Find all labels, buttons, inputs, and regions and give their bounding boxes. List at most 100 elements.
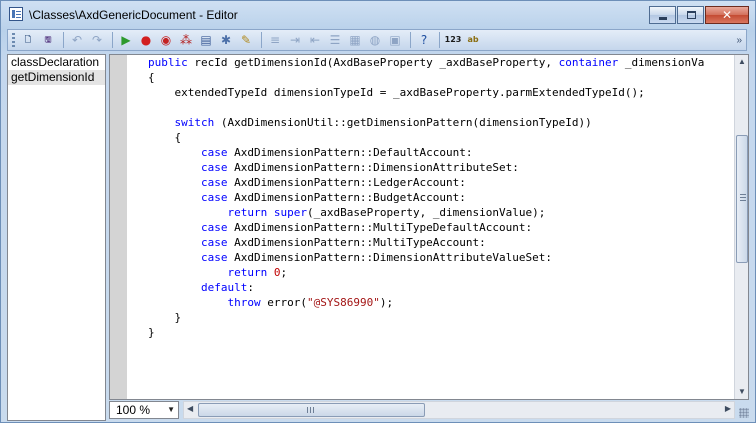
spell-check-button[interactable]: ab xyxy=(464,31,482,49)
code-text: { xyxy=(148,131,182,144)
code-keyword: return xyxy=(227,206,268,219)
code-line[interactable]: case AxdDimensionPattern::DimensionAttri… xyxy=(148,250,736,265)
code-line[interactable]: return 0; xyxy=(148,265,736,280)
enable-breakpoint-icon: ◉ xyxy=(160,33,172,47)
label-editor-button[interactable]: 123 xyxy=(444,31,462,49)
code-line[interactable]: throw error("@SYS86990"); xyxy=(148,295,736,310)
spell-check-icon: ab xyxy=(467,35,479,44)
code-line[interactable]: extendedTypeId dimensionTypeId = _axdBas… xyxy=(148,85,736,100)
indent-icon: ⇥ xyxy=(289,33,301,47)
code-line[interactable]: { xyxy=(148,70,736,85)
code-line[interactable]: } xyxy=(148,310,736,325)
code-text: AxdDimensionPattern::BudgetAccount: xyxy=(227,191,466,204)
code-editor[interactable]: public recId getDimensionId(AxdBasePrope… xyxy=(109,54,749,400)
run-button[interactable]: ▶ xyxy=(117,31,135,49)
code-line[interactable]: case AxdDimensionPattern::DimensionAttri… xyxy=(148,160,736,175)
undo-button[interactable]: ↶ xyxy=(68,31,86,49)
properties-icon: ▣ xyxy=(389,33,401,47)
zoom-select[interactable]: 100 % ▼ xyxy=(109,401,179,419)
editor-gutter[interactable] xyxy=(110,55,127,399)
horizontal-scrollbar[interactable]: ◀ ▶ xyxy=(183,401,735,419)
scroll-right-icon[interactable]: ▶ xyxy=(725,404,731,413)
code-keyword: case xyxy=(200,251,228,264)
list-tables-button[interactable]: ▦ xyxy=(346,31,364,49)
indent-button[interactable]: ⇥ xyxy=(286,31,304,49)
code-text: { xyxy=(148,71,155,84)
outdent-button[interactable]: ⇤ xyxy=(306,31,324,49)
save-icon: 🖫 xyxy=(44,35,52,44)
save-button[interactable]: 🖫 xyxy=(39,31,57,49)
code-text: AxdDimensionPattern::DimensionAttributeS… xyxy=(227,161,519,174)
vertical-scroll-thumb[interactable] xyxy=(736,134,748,263)
method-item[interactable]: classDeclaration xyxy=(8,55,105,70)
code-text: AxdDimensionPattern::DimensionAttributeV… xyxy=(227,251,552,264)
code-line[interactable]: default: xyxy=(148,280,736,295)
code-line[interactable] xyxy=(148,100,736,115)
toolbar-separator xyxy=(261,32,262,48)
code-line[interactable]: case AxdDimensionPattern::MultiTypeAccou… xyxy=(148,235,736,250)
vertical-scrollbar[interactable]: ▲ ▼ xyxy=(734,55,748,399)
toolbar-separator xyxy=(63,32,64,48)
web-button[interactable]: ◍ xyxy=(366,31,384,49)
new-document-icon: 🗋 xyxy=(24,35,32,44)
breakpoints-list-button[interactable]: ⁂ xyxy=(177,31,195,49)
code-text: _dimensionVa xyxy=(618,56,705,69)
maximize-icon xyxy=(687,11,696,19)
code-line[interactable]: case AxdDimensionPattern::LedgerAccount: xyxy=(148,175,736,190)
code-keyword: return xyxy=(227,266,268,279)
window-title: \Classes\AxdGenericDocument - Editor xyxy=(29,8,238,22)
resize-grip-icon[interactable] xyxy=(739,408,749,418)
list-tables-icon: ▦ xyxy=(349,33,361,47)
dropdown-arrow-icon[interactable]: ▼ xyxy=(167,402,175,418)
code-keyword: case xyxy=(200,221,228,234)
code-keyword: public xyxy=(148,56,195,69)
minimize-button[interactable] xyxy=(649,6,676,24)
code-area[interactable]: public recId getDimensionId(AxdBasePrope… xyxy=(148,55,736,399)
maximize-button[interactable] xyxy=(677,6,704,24)
method-item[interactable]: getDimensionId xyxy=(8,70,105,85)
enable-breakpoint-button[interactable]: ◉ xyxy=(157,31,175,49)
code-line[interactable]: case AxdDimensionPattern::DefaultAccount… xyxy=(148,145,736,160)
lookup-button[interactable]: ✱ xyxy=(217,31,235,49)
thumb-grip-icon xyxy=(740,193,746,201)
list-members-icon: ☰ xyxy=(329,33,341,47)
code-line[interactable]: case AxdDimensionPattern::BudgetAccount: xyxy=(148,190,736,205)
code-text: : xyxy=(247,281,254,294)
code-text: } xyxy=(148,326,155,339)
code-text: AxdDimensionPattern::DefaultAccount: xyxy=(227,146,473,159)
method-list: classDeclaration getDimensionId xyxy=(7,54,106,421)
help-button[interactable]: ? xyxy=(415,31,433,49)
toolbar-grip-icon[interactable] xyxy=(12,33,15,47)
insert-line-button[interactable]: ≡ xyxy=(266,31,284,49)
code-keyword: throw xyxy=(227,296,261,309)
close-button[interactable]: ✕ xyxy=(705,6,749,24)
toolbar-overflow-icon[interactable]: » xyxy=(736,35,742,46)
code-line[interactable]: switch (AxdDimensionUtil::getDimensionPa… xyxy=(148,115,736,130)
redo-button[interactable]: ↷ xyxy=(88,31,106,49)
list-members-button[interactable]: ☰ xyxy=(326,31,344,49)
scroll-left-icon[interactable]: ◀ xyxy=(187,404,193,413)
web-icon: ◍ xyxy=(369,33,381,47)
compile-button[interactable]: ▤ xyxy=(197,31,215,49)
breakpoint-button[interactable]: ● xyxy=(137,31,155,49)
title-bar[interactable]: \Classes\AxdGenericDocument - Editor ✕ xyxy=(1,1,755,29)
code-string: "@SYS86990" xyxy=(306,296,380,309)
script-button[interactable]: ✎ xyxy=(237,31,255,49)
code-line[interactable]: return super(_axdBaseProperty, _dimensio… xyxy=(148,205,736,220)
insert-line-icon: ≡ xyxy=(269,33,281,47)
code-text: ; xyxy=(280,266,288,279)
code-line[interactable]: } xyxy=(148,325,736,340)
code-line[interactable]: case AxdDimensionPattern::MultiTypeDefau… xyxy=(148,220,736,235)
scroll-down-icon[interactable]: ▼ xyxy=(737,387,747,397)
code-line[interactable]: { xyxy=(148,130,736,145)
scroll-up-icon[interactable]: ▲ xyxy=(737,57,747,67)
new-document-button[interactable]: 🗋 xyxy=(19,31,37,49)
properties-button[interactable]: ▣ xyxy=(386,31,404,49)
code-line[interactable]: public recId getDimensionId(AxdBasePrope… xyxy=(148,55,736,70)
horizontal-scroll-thumb[interactable] xyxy=(198,403,425,417)
